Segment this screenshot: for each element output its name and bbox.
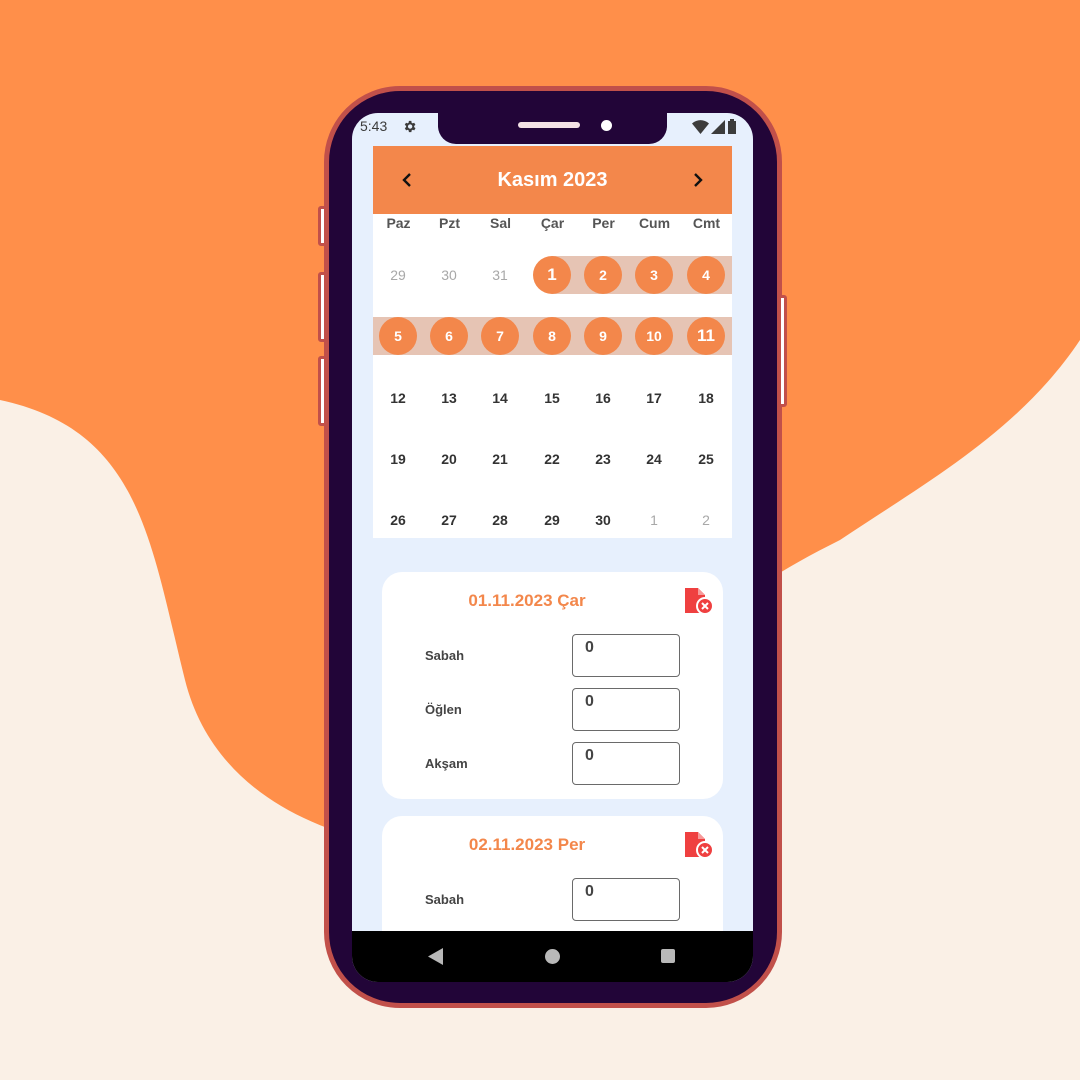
system-nav-bar [352, 931, 753, 982]
recents-icon[interactable] [661, 949, 675, 963]
calendar-day-selected[interactable]: 10 [635, 317, 673, 355]
phone-volume-down [318, 356, 327, 426]
calendar-header: Kasım 2023 [373, 146, 732, 214]
phone-power-button [778, 295, 787, 407]
day-entry-card: 01.11.2023 Çar Sabah 0 Öğlen 0 Akşam 0 [382, 572, 723, 799]
status-icons [692, 119, 737, 134]
calendar-day-selected[interactable]: 2 [584, 256, 622, 294]
next-month-button[interactable] [684, 166, 712, 194]
calendar-day[interactable]: 29 [533, 501, 571, 539]
calendar-day[interactable]: 23 [584, 440, 622, 478]
calendar-day[interactable]: 12 [379, 379, 417, 417]
weekday-label: Sal [489, 215, 511, 231]
calendar-day[interactable]: 17 [635, 379, 673, 417]
month-title: Kasım 2023 [497, 169, 608, 191]
weekday-label: Pzt [439, 215, 460, 231]
calendar-day[interactable]: 30 [584, 501, 622, 539]
calendar-day-selected[interactable]: 7 [481, 317, 519, 355]
calendar-day-selected[interactable]: 1 [533, 256, 571, 294]
calendar-day[interactable]: 14 [481, 379, 519, 417]
quantity-input[interactable]: 0 [572, 878, 680, 921]
gear-icon [404, 120, 416, 133]
phone-screen: 5:43 Kasım 2023 Paz Pzt Sal Çar Per Cum … [352, 113, 753, 982]
weekday-label: Çar [540, 215, 565, 231]
card-date: 02.11.2023 Per [468, 835, 586, 854]
phone-volume-up [318, 272, 327, 342]
calendar-day-selected[interactable]: 5 [379, 317, 417, 355]
phone-side-button-top [318, 206, 327, 246]
calendar-day[interactable]: 24 [635, 440, 673, 478]
calendar-day-selected[interactable]: 4 [687, 256, 725, 294]
speaker-grille [518, 122, 580, 128]
calendar-day[interactable]: 16 [584, 379, 622, 417]
status-time: 5:43 [360, 118, 388, 134]
weekday-label: Cmt [692, 215, 721, 231]
delete-file-icon[interactable] [683, 830, 715, 860]
calendar-day-selected[interactable]: 11 [687, 317, 725, 355]
calendar-day[interactable]: 1 [635, 501, 673, 539]
signal-icon [711, 119, 725, 134]
calendar-day-selected[interactable]: 9 [584, 317, 622, 355]
battery-icon [728, 119, 736, 134]
meal-label: Sabah [425, 648, 465, 663]
calendar-day[interactable]: 2 [687, 501, 725, 539]
calendar-day-selected[interactable]: 6 [430, 317, 468, 355]
back-icon[interactable] [428, 948, 444, 965]
calendar-day[interactable]: 19 [379, 440, 417, 478]
weekday-label: Cum [638, 215, 671, 231]
quantity-input[interactable]: 0 [572, 688, 680, 731]
calendar-day[interactable]: 25 [687, 440, 725, 478]
meal-label: Akşam [425, 756, 468, 771]
calendar-day-selected[interactable]: 3 [635, 256, 673, 294]
card-date: 01.11.2023 Çar [468, 591, 586, 610]
home-icon[interactable] [545, 949, 560, 964]
calendar-day-selected[interactable]: 8 [533, 317, 571, 355]
weekday-row: Paz Pzt Sal Çar Per Cum Cmt [373, 215, 732, 239]
calendar-day[interactable]: 13 [430, 379, 468, 417]
calendar: Kasım 2023 Paz Pzt Sal Çar Per Cum Cmt 2… [373, 146, 732, 538]
quantity-input[interactable]: 0 [572, 742, 680, 785]
calendar-day[interactable]: 31 [481, 256, 519, 294]
delete-file-icon[interactable] [683, 586, 715, 616]
quantity-input[interactable]: 0 [572, 634, 680, 677]
chevron-right-icon [694, 173, 703, 187]
calendar-day[interactable]: 21 [481, 440, 519, 478]
calendar-day[interactable]: 18 [687, 379, 725, 417]
calendar-day[interactable]: 22 [533, 440, 571, 478]
calendar-day[interactable]: 20 [430, 440, 468, 478]
front-camera [601, 120, 612, 131]
wifi-icon [692, 119, 709, 134]
camera-notch [438, 113, 667, 144]
calendar-day[interactable]: 28 [481, 501, 519, 539]
weekday-label: Per [592, 215, 615, 231]
calendar-day[interactable]: 26 [379, 501, 417, 539]
meal-label: Öğlen [425, 702, 462, 717]
calendar-day[interactable]: 27 [430, 501, 468, 539]
weekday-label: Paz [386, 215, 411, 231]
calendar-day[interactable]: 29 [379, 256, 417, 294]
meal-label: Sabah [425, 892, 465, 907]
calendar-day[interactable]: 30 [430, 256, 468, 294]
calendar-day[interactable]: 15 [533, 379, 571, 417]
